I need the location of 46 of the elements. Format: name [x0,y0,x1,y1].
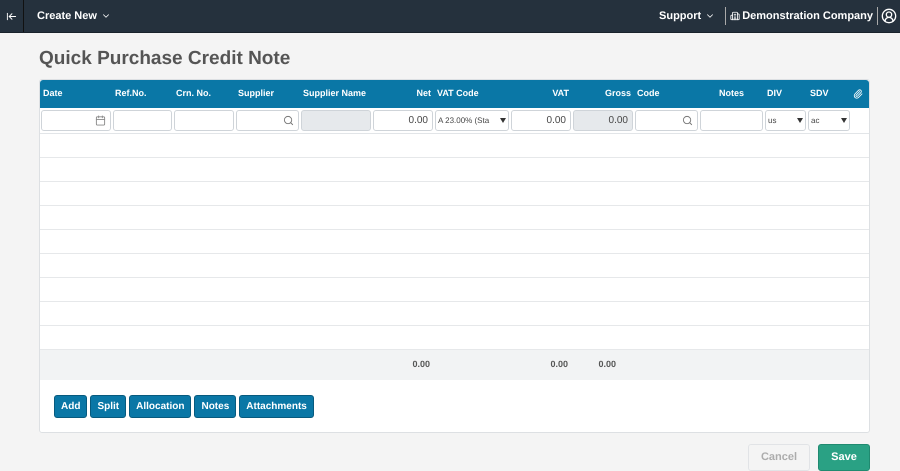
company-name[interactable]: Demonstration Company [742,8,873,24]
column-header: Ref.No. [114,87,148,100]
select-field[interactable]: ac [808,110,850,131]
search-field[interactable] [635,110,698,131]
column-header: DIV [766,87,784,100]
date-field[interactable] [41,110,111,131]
user-avatar-icon[interactable] [881,8,897,24]
action-button[interactable]: Split [90,394,126,418]
column-header: Crn. No. [175,87,212,100]
search-icon [283,115,294,126]
calendar-icon [95,115,106,126]
column-header: Net [415,87,432,100]
column-header: Supplier Name [302,87,368,100]
total-value: 0.00 [597,358,617,372]
column-header: Supplier [237,87,276,100]
dropdown-arrow-icon [500,118,506,123]
input-field[interactable] [113,110,172,131]
input-field[interactable] [700,110,763,131]
column-header: Notes [718,87,745,100]
total-value: 0.00 [549,358,569,372]
action-button[interactable]: Attachments [239,394,314,418]
action-button[interactable]: Notes [194,394,236,418]
building-icon [730,11,740,21]
create-new-menu[interactable]: Create New [37,8,111,24]
total-value: 0.00 [411,358,431,372]
input-field[interactable]: 0.00 [511,110,571,131]
column-header: Code [636,87,660,100]
input-field[interactable]: 0.00 [373,110,433,131]
search-field[interactable] [236,110,299,131]
support-menu[interactable]: Support [659,8,716,24]
column-header: SDV [809,87,830,100]
dropdown-arrow-icon [797,118,803,123]
collapse-icon[interactable] [6,10,17,22]
attachment-icon [853,89,863,99]
input-field[interactable] [174,110,234,131]
column-header: VAT [551,87,570,100]
select-field[interactable]: us [765,110,806,131]
action-button[interactable]: Add [54,394,88,418]
column-header: Gross [604,87,632,100]
column-header: Date [42,87,64,100]
column-header: VAT Code [436,87,480,100]
select-field[interactable]: A 23.00% (Sta [435,110,509,131]
dropdown-arrow-icon [841,118,847,123]
page-title: Quick Purchase Credit Note [39,47,292,71]
search-icon [682,115,693,126]
action-button[interactable]: Allocation [129,394,192,418]
